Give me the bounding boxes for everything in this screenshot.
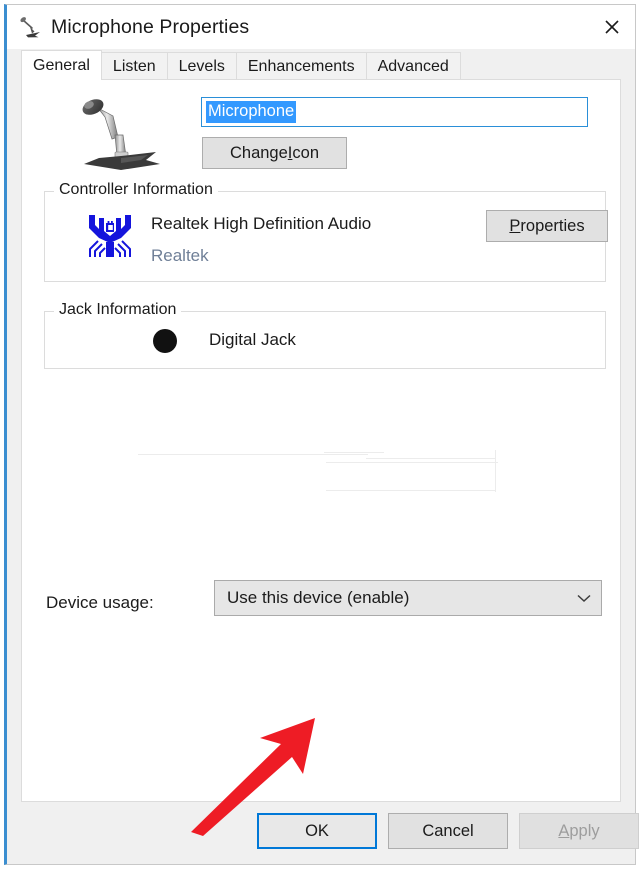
close-icon[interactable] [589, 5, 635, 49]
chevron-down-icon [567, 589, 601, 607]
device-header-row: Microphone Change Icon [22, 80, 620, 180]
tab-enhancements[interactable]: Enhancements [235, 52, 367, 79]
change-icon-label-after: con [292, 143, 319, 162]
tab-advanced[interactable]: Advanced [365, 52, 461, 79]
controller-properties-button[interactable]: Properties [486, 210, 608, 242]
properties-label-after: roperties [520, 216, 585, 235]
controller-information-group: Controller Information Realtek High Defi… [44, 181, 608, 282]
properties-accel: P [509, 216, 521, 235]
device-usage-value: Use this device (enable) [227, 588, 410, 607]
general-tab-panel: Microphone Change Icon Controller Inform… [21, 79, 621, 836]
tab-strip: General Listen Levels Enhancements Advan… [7, 49, 635, 80]
change-icon-button[interactable]: Change Icon [202, 137, 347, 169]
microphone-stand-icon [72, 90, 168, 178]
controller-group-legend: Controller Information [54, 181, 218, 199]
window-title: Microphone Properties [51, 15, 250, 38]
cancel-button[interactable]: Cancel [388, 813, 508, 849]
tab-listen[interactable]: Listen [100, 52, 168, 79]
controller-device-name: Realtek High Definition Audio [151, 214, 372, 233]
black-circle-jack-icon [153, 329, 177, 353]
device-usage-dropdown[interactable]: Use this device (enable) [214, 580, 602, 616]
tab-general[interactable]: General [21, 50, 102, 80]
device-name-value: Microphone [206, 101, 297, 123]
ok-button[interactable]: OK [257, 813, 377, 849]
apply-label-after: pply [569, 821, 600, 840]
device-name-input[interactable]: Microphone [201, 97, 588, 127]
change-icon-label-before: Change [229, 143, 288, 162]
device-usage-label: Device usage: [46, 593, 154, 612]
microphone-properties-window: Microphone Properties General Listen Lev… [4, 4, 639, 865]
microphone-icon [17, 14, 43, 40]
jack-label: Digital Jack [209, 330, 296, 349]
title-bar: Microphone Properties [7, 5, 635, 49]
jack-group-legend: Jack Information [54, 301, 182, 319]
controller-vendor-name: Realtek [151, 246, 209, 265]
jack-information-group: Jack Information Digital Jack [44, 301, 606, 369]
realtek-logo-icon [83, 209, 137, 263]
erased-region-artifact [138, 430, 508, 500]
dialog-footer: OK Cancel Apply [7, 802, 639, 864]
apply-button: Apply [519, 813, 639, 849]
tab-levels[interactable]: Levels [166, 52, 237, 79]
apply-accel: A [558, 821, 570, 840]
